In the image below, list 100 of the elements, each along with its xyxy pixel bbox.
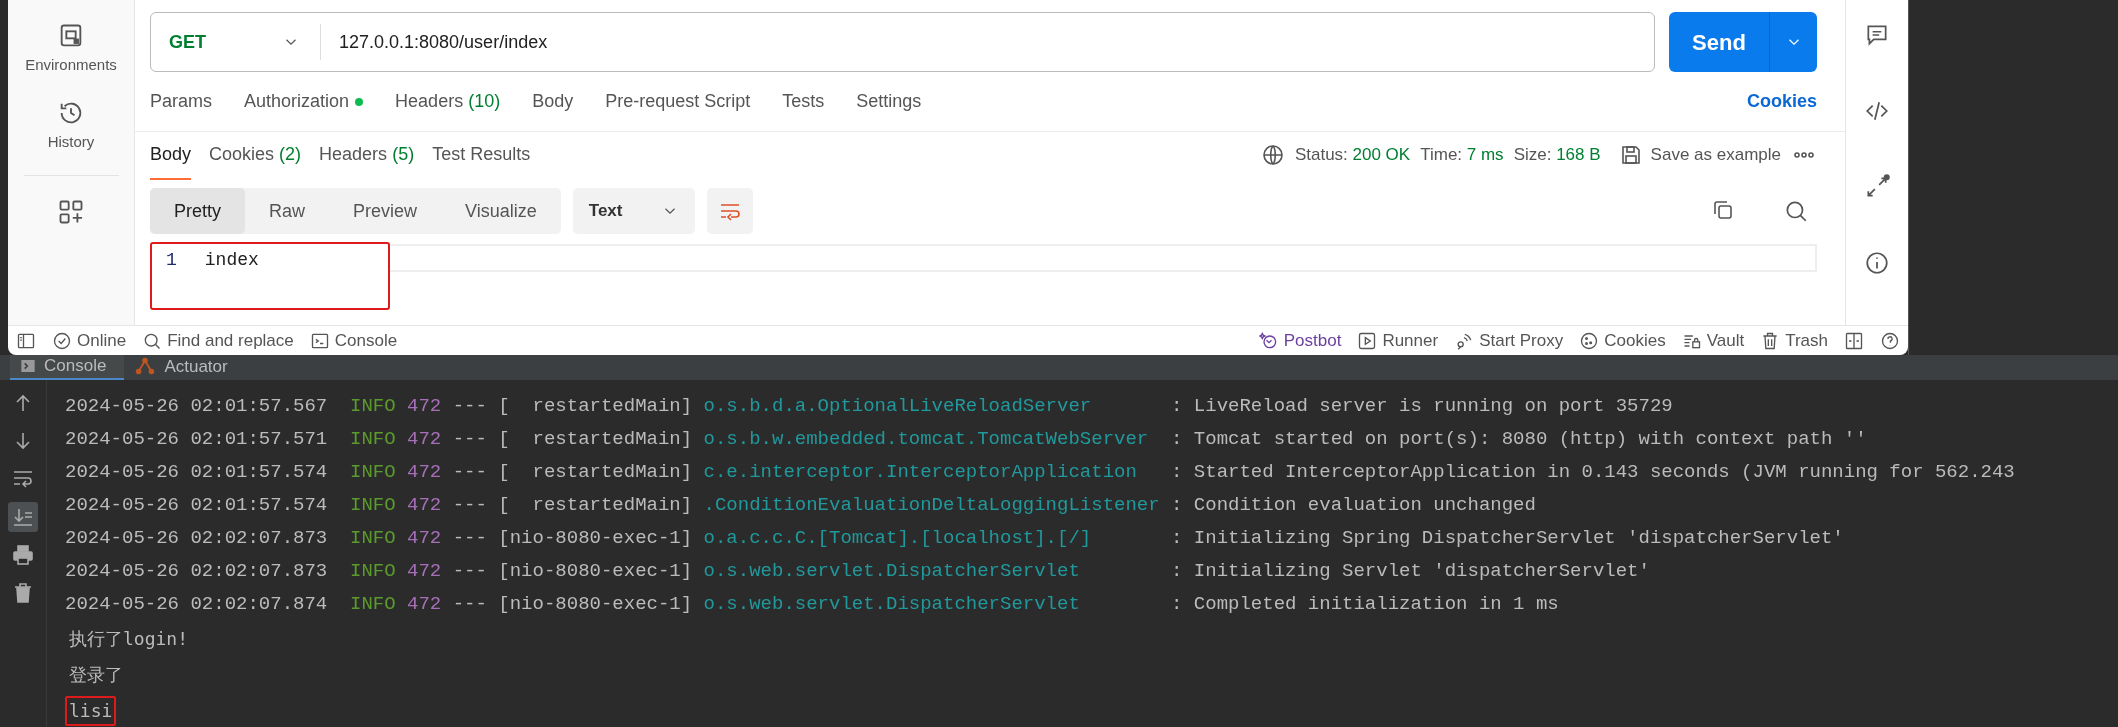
url-text[interactable]: 127.0.0.1:8080/user/index bbox=[321, 28, 548, 56]
save-as-example-button[interactable]: Save as example bbox=[1650, 142, 1781, 168]
log-level: INFO bbox=[350, 494, 396, 516]
time-info: Time: 7 ms bbox=[1420, 144, 1504, 167]
log-logger: c.e.interceptor.InterceptorApplication bbox=[703, 461, 1137, 483]
add-apps-icon[interactable] bbox=[57, 198, 85, 226]
log-thread: [nio-8080-exec-1] bbox=[498, 527, 693, 549]
wrap-lines-button[interactable] bbox=[706, 188, 753, 234]
view-mode-tab[interactable]: Pretty bbox=[150, 188, 245, 234]
response-tab[interactable]: Test Results bbox=[432, 130, 531, 180]
request-tab[interactable]: Tests bbox=[782, 88, 825, 115]
request-tab[interactable]: Headers (10) bbox=[395, 88, 501, 115]
log-pid: 472 bbox=[407, 494, 442, 516]
log-timestamp: 2024-05-26 02:01:57.567 bbox=[65, 395, 329, 417]
status-bar-item[interactable]: Online bbox=[77, 327, 127, 354]
request-tab[interactable]: Pre-request Script bbox=[605, 88, 751, 115]
log-thread: [ restartedMain] bbox=[498, 461, 693, 483]
log-timestamp: 2024-05-26 02:02:07.873 bbox=[65, 560, 329, 582]
log-thread: [nio-8080-exec-1] bbox=[498, 560, 693, 582]
status-bar-item[interactable]: Cookies bbox=[1604, 327, 1666, 354]
request-tab[interactable]: Authorization bbox=[244, 88, 364, 115]
status-bar-item[interactable]: Trash bbox=[1785, 327, 1828, 354]
status-bar-item[interactable]: Console bbox=[334, 327, 398, 354]
log-logger: o.s.web.servlet.DispatcherServlet bbox=[703, 593, 1080, 615]
log-logger: .ConditionEvaluationDeltaLoggingListener bbox=[703, 494, 1160, 516]
log-timestamp: 2024-05-26 02:02:07.874 bbox=[65, 593, 329, 615]
log-logger: o.s.b.w.embedded.tomcat.TomcatWebServer bbox=[703, 428, 1149, 450]
response-tab[interactable]: Cookies (2) bbox=[209, 130, 302, 180]
url-bar[interactable]: GET 127.0.0.1:8080/user/index bbox=[150, 12, 1655, 72]
status-bar-item[interactable]: Postbot bbox=[1283, 327, 1342, 354]
print-icon[interactable] bbox=[11, 543, 35, 567]
log-message: : Completed initialization in 1 ms bbox=[1171, 593, 1559, 615]
log-timestamp: 2024-05-26 02:01:57.571 bbox=[65, 428, 329, 450]
line-number: 1 bbox=[166, 249, 177, 272]
log-separator: --- bbox=[452, 395, 487, 417]
log-pid: 472 bbox=[407, 461, 442, 483]
status-bar-item[interactable]: Runner bbox=[1382, 327, 1439, 354]
log-level: INFO bbox=[350, 428, 396, 450]
log-message: : Initializing Servlet 'dispatcherServlet' bbox=[1171, 560, 1650, 582]
size-info: Size: 168 B bbox=[1513, 144, 1601, 167]
sidebar-item[interactable]: Environments bbox=[25, 54, 117, 77]
request-tab[interactable]: Body bbox=[532, 88, 574, 115]
log-pid: 472 bbox=[407, 395, 442, 417]
layout-icon[interactable] bbox=[1844, 330, 1864, 351]
log-separator: --- bbox=[452, 593, 487, 615]
log-separator: --- bbox=[452, 560, 487, 582]
sparkle-icon[interactable] bbox=[1258, 330, 1279, 351]
method-select[interactable]: GET bbox=[169, 28, 206, 56]
sidebar-item[interactable]: History bbox=[47, 130, 95, 153]
log-thread: [ restartedMain] bbox=[498, 428, 693, 450]
log-logger: o.s.b.d.a.OptionalLiveReloadServer bbox=[703, 395, 1092, 417]
response-tab[interactable]: Headers (5) bbox=[319, 130, 415, 180]
log-thread: [ restartedMain] bbox=[498, 494, 693, 516]
log-logger: o.s.web.servlet.DispatcherServlet bbox=[703, 560, 1080, 582]
log-pid: 472 bbox=[407, 560, 442, 582]
status-bar-item[interactable]: Start Proxy bbox=[1479, 327, 1564, 354]
log-timestamp: 2024-05-26 02:02:07.873 bbox=[65, 527, 329, 549]
console-output: 执行了login! bbox=[68, 627, 190, 651]
log-level: INFO bbox=[350, 593, 396, 615]
status-bar-item[interactable]: Vault bbox=[1706, 327, 1745, 354]
log-timestamp: 2024-05-26 02:01:57.574 bbox=[65, 494, 329, 516]
log-message: : Started InterceptorApplication in 0.143 seconds (JVM running for 562.243 bbox=[1171, 461, 2015, 483]
log-message: : Tomcat started on port(s): 8080 (http) with context path '' bbox=[1171, 428, 1867, 450]
send-button[interactable]: Send bbox=[1669, 12, 1769, 72]
log-pid: 472 bbox=[407, 593, 442, 615]
copy-icon[interactable] bbox=[1711, 198, 1735, 222]
console-tab[interactable]: Actuator bbox=[124, 355, 246, 380]
request-tab[interactable]: Params bbox=[150, 88, 212, 115]
log-message: : LiveReload server is running on port 35729 bbox=[1171, 395, 1673, 417]
log-thread: [ restartedMain] bbox=[498, 395, 693, 417]
log-level: INFO bbox=[350, 395, 396, 417]
log-logger: o.a.c.c.C.[Tomcat].[localhost].[/] bbox=[703, 527, 1092, 549]
globe-icon[interactable] bbox=[1260, 143, 1285, 167]
view-mode-tab[interactable]: Preview bbox=[329, 188, 442, 234]
log-separator: --- bbox=[452, 428, 487, 450]
code-text: index bbox=[204, 249, 259, 272]
request-tab[interactable]: Settings bbox=[856, 88, 922, 115]
format-dropdown[interactable]: Text bbox=[572, 188, 695, 234]
expand-arrows-icon[interactable] bbox=[1864, 174, 1890, 200]
view-mode-tab[interactable]: Raw bbox=[245, 188, 330, 234]
info-icon[interactable] bbox=[1864, 250, 1890, 276]
status-bar-item[interactable]: Find and replace bbox=[167, 327, 294, 354]
log-level: INFO bbox=[350, 527, 396, 549]
play-icon[interactable] bbox=[1357, 330, 1378, 351]
view-mode-tab[interactable]: Visualize bbox=[441, 188, 561, 234]
comment-icon[interactable] bbox=[1864, 22, 1890, 48]
cookies-link[interactable]: Cookies bbox=[1746, 88, 1817, 115]
log-pid: 472 bbox=[407, 527, 442, 549]
cookie-icon[interactable] bbox=[1579, 330, 1600, 351]
online-icon[interactable] bbox=[52, 330, 72, 351]
log-message: : Initializing Spring DispatcherServlet 'dispatcherServlet' bbox=[1171, 527, 1844, 549]
log-pid: 472 bbox=[407, 428, 442, 450]
log-thread: [nio-8080-exec-1] bbox=[498, 593, 693, 615]
help-icon[interactable] bbox=[1880, 330, 1900, 351]
console-output: 登录了 bbox=[68, 663, 124, 687]
log-level: INFO bbox=[350, 560, 396, 582]
status-info: Status: 200 OK bbox=[1294, 144, 1411, 167]
console-tab[interactable]: Console bbox=[10, 355, 125, 380]
response-tab[interactable]: Body bbox=[150, 130, 192, 180]
log-separator: --- bbox=[452, 527, 487, 549]
